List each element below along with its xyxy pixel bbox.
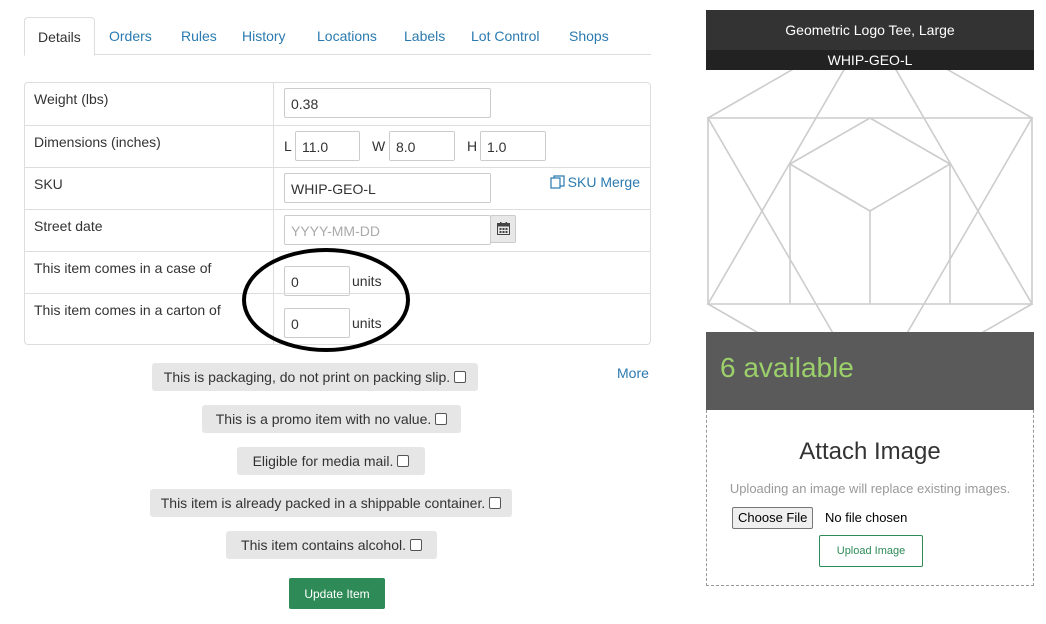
checkbox-icon bbox=[435, 413, 448, 425]
sku-label: SKU bbox=[34, 176, 63, 192]
sku-merge-label: SKU Merge bbox=[567, 174, 640, 190]
calendar-button[interactable] bbox=[490, 215, 516, 243]
dim-h-label: H bbox=[467, 138, 478, 154]
dim-length-input[interactable]: 11.0 bbox=[295, 131, 360, 161]
checkbox-icon bbox=[397, 455, 410, 467]
checkbox-icon bbox=[409, 539, 422, 551]
promo-checkbox[interactable]: This is a promo item with no value. bbox=[202, 405, 461, 433]
street-date-input[interactable]: YYYY-MM-DD bbox=[284, 215, 491, 245]
case-label: This item comes in a case of bbox=[34, 260, 212, 276]
availability-bar: 6 available bbox=[706, 332, 1034, 410]
packaging-checkbox-label: This is packaging, do not print on packi… bbox=[163, 369, 451, 385]
product-image bbox=[706, 70, 1034, 332]
calendar-icon bbox=[497, 222, 510, 235]
tab-rules[interactable]: Rules bbox=[181, 17, 217, 55]
sku-input[interactable]: WHIP-GEO-L bbox=[284, 173, 491, 203]
street-date-label: Street date bbox=[34, 218, 103, 234]
update-item-button[interactable]: Update Item bbox=[289, 578, 385, 609]
tab-labels[interactable]: Labels bbox=[404, 17, 445, 55]
attach-image-title: Attach Image bbox=[799, 438, 941, 465]
more-link[interactable]: More bbox=[617, 365, 649, 381]
tab-orders[interactable]: Orders bbox=[109, 17, 152, 55]
dimensions-label: Dimensions (inches) bbox=[34, 134, 161, 150]
media-mail-checkbox[interactable]: Eligible for media mail. bbox=[237, 447, 425, 475]
available-count: 6 available bbox=[720, 352, 854, 383]
sku-merge-link[interactable]: SKU Merge bbox=[550, 174, 640, 190]
case-quantity-input[interactable]: 0 bbox=[284, 266, 350, 296]
carton-quantity-input[interactable]: 0 bbox=[284, 308, 350, 338]
tab-lot-control[interactable]: Lot Control bbox=[471, 17, 539, 55]
product-title: Geometric Logo Tee, Large bbox=[706, 10, 1034, 50]
tab-history[interactable]: History bbox=[242, 17, 286, 55]
tab-shops[interactable]: Shops bbox=[569, 17, 609, 55]
alcohol-checkbox[interactable]: This item contains alcohol. bbox=[226, 531, 437, 559]
weight-row: Weight (lbs) 0.38 bbox=[25, 83, 650, 125]
attach-image-panel: Attach Image Uploading an image will rep… bbox=[706, 410, 1034, 586]
tab-details[interactable]: Details bbox=[24, 17, 95, 56]
alcohol-checkbox-label: This item contains alcohol. bbox=[241, 537, 406, 553]
case-units-label: units bbox=[352, 273, 382, 289]
tab-bar: Details Orders Rules History Locations L… bbox=[24, 17, 651, 56]
product-sku: WHIP-GEO-L bbox=[706, 50, 1034, 70]
shippable-container-checkbox[interactable]: This item is already packed in a shippab… bbox=[150, 489, 512, 517]
checkbox-icon bbox=[489, 497, 502, 509]
carton-units-label: units bbox=[352, 315, 382, 331]
upload-image-button[interactable]: Upload Image bbox=[819, 535, 923, 567]
geometric-logo-icon bbox=[706, 70, 1034, 332]
dim-l-label: L bbox=[284, 138, 292, 154]
attach-image-hint: Uploading an image will replace existing… bbox=[729, 481, 1011, 496]
tab-locations[interactable]: Locations bbox=[317, 17, 377, 55]
file-status: No file chosen bbox=[825, 510, 908, 525]
weight-input[interactable]: 0.38 bbox=[284, 88, 491, 118]
dim-height-input[interactable]: 1.0 bbox=[480, 131, 546, 161]
carton-row: This item comes in a carton of 0 units bbox=[25, 293, 650, 344]
checkbox-icon bbox=[454, 371, 467, 383]
dim-w-label: W bbox=[372, 138, 386, 154]
street-date-row: Street date YYYY-MM-DD bbox=[25, 209, 650, 251]
shippable-container-checkbox-label: This item is already packed in a shippab… bbox=[160, 495, 486, 511]
copy-icon bbox=[550, 175, 565, 189]
sku-row: SKU WHIP-GEO-L SKU Merge bbox=[25, 167, 650, 209]
dimensions-row: Dimensions (inches) L 11.0 W 8.0 H 1.0 bbox=[25, 125, 650, 167]
choose-file-button[interactable]: Choose File bbox=[732, 507, 814, 529]
weight-label: Weight (lbs) bbox=[34, 91, 109, 107]
dim-width-input[interactable]: 8.0 bbox=[389, 131, 455, 161]
carton-label: This item comes in a carton of bbox=[34, 302, 221, 318]
media-mail-checkbox-label: Eligible for media mail. bbox=[252, 453, 394, 469]
promo-checkbox-label: This is a promo item with no value. bbox=[215, 411, 432, 427]
packaging-checkbox[interactable]: This is packaging, do not print on packi… bbox=[152, 363, 478, 391]
item-details-form: Weight (lbs) 0.38 Dimensions (inches) L … bbox=[24, 82, 651, 345]
case-row: This item comes in a case of 0 units bbox=[25, 251, 650, 296]
